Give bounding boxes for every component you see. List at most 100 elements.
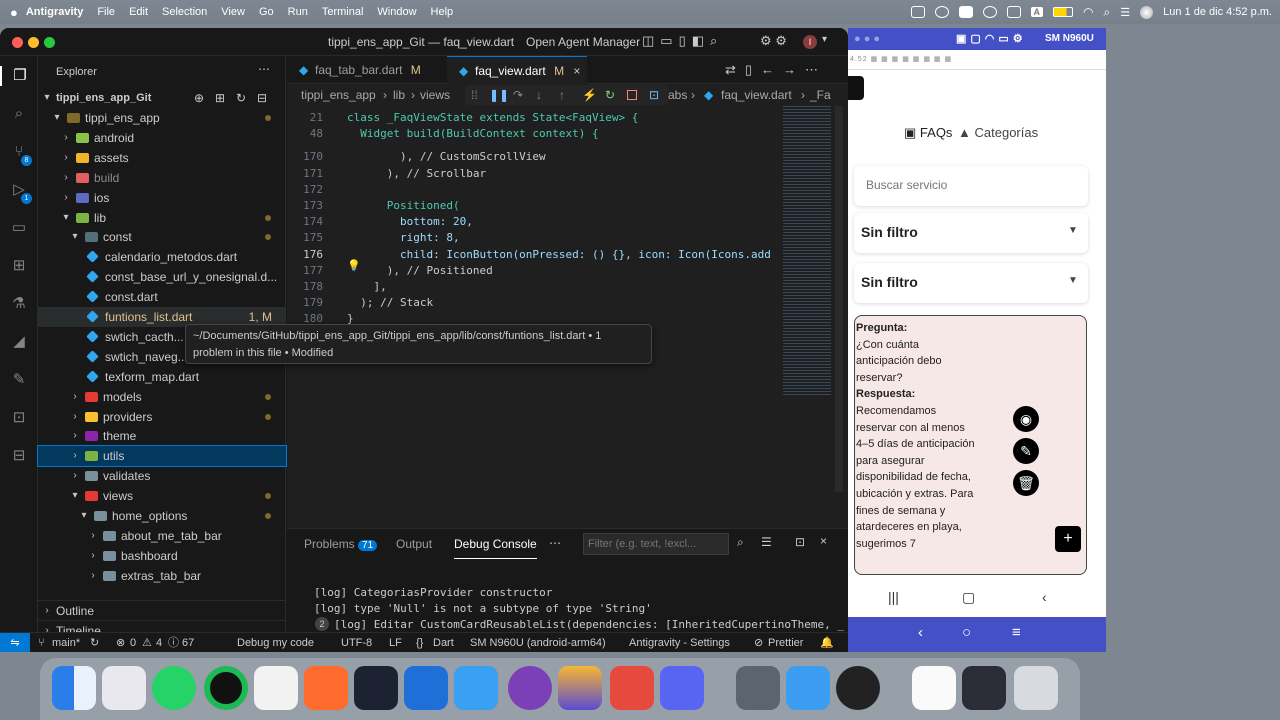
hot-reload-icon[interactable]: ⚡: [582, 85, 597, 105]
back-icon[interactable]: ‹: [1042, 589, 1047, 605]
app-back-area[interactable]: [848, 76, 864, 100]
step-into-icon[interactable]: ↓: [536, 85, 542, 105]
siri-icon[interactable]: [1140, 5, 1154, 19]
remote-indicator[interactable]: ⇋: [0, 633, 30, 652]
close-icon[interactable]: ×: [820, 534, 827, 548]
drag-handle-icon[interactable]: ⁞⁞: [471, 85, 478, 105]
status-icon[interactable]: [934, 6, 949, 18]
debug-filter-input[interactable]: [583, 533, 729, 555]
eol[interactable]: LF: [389, 633, 402, 652]
tree-folder[interactable]: ▾ tippi_ens_app: [38, 108, 286, 128]
tree-file[interactable]: texform_map.dart: [38, 367, 286, 387]
scrollbar[interactable]: [835, 106, 843, 492]
search-icon[interactable]: ⌕: [9, 104, 29, 124]
tab-faq-view[interactable]: ◆ faq_view.dart M ×: [447, 56, 587, 84]
window-thumbnail-icon[interactable]: [962, 666, 1006, 710]
menu-view[interactable]: View: [214, 6, 252, 18]
control-center-icon[interactable]: ☰: [1120, 6, 1130, 19]
more-actions-icon[interactable]: ⋯: [258, 62, 270, 76]
minimap[interactable]: [783, 106, 831, 396]
remote-icon[interactable]: ▭: [9, 218, 29, 238]
window-controls[interactable]: ● ● ●: [854, 33, 880, 45]
lightbulb-icon[interactable]: 💡: [347, 259, 361, 272]
search-icon[interactable]: ⌕: [737, 535, 744, 550]
obs-icon[interactable]: [836, 666, 880, 710]
step-over-icon[interactable]: ↷: [513, 85, 523, 105]
chevron-down-icon[interactable]: ▾: [822, 34, 827, 45]
breadcrumb-class[interactable]: _Fa: [810, 84, 831, 106]
tree-folder[interactable]: › build: [38, 168, 286, 188]
close-window-button[interactable]: [12, 37, 23, 48]
breadcrumb-file[interactable]: faq_view.dart: [721, 84, 792, 106]
menu-selection[interactable]: Selection: [155, 6, 214, 18]
launchpad-icon[interactable]: [102, 666, 146, 710]
scan-icon[interactable]: ⊡: [9, 408, 29, 428]
devtools-icon[interactable]: ⊡: [649, 85, 659, 105]
search-box[interactable]: Buscar servicio: [854, 166, 1088, 206]
tree-folder[interactable]: › extras_tab_bar: [38, 566, 286, 586]
recents-icon[interactable]: |||: [888, 589, 899, 605]
filter-dropdown[interactable]: Sin filtro ▼: [854, 213, 1088, 253]
screen-record-icon[interactable]: [958, 6, 973, 18]
flutter-icon[interactable]: ◢: [9, 332, 29, 352]
tree-folder[interactable]: › android: [38, 128, 286, 148]
maximize-icon[interactable]: ⊡: [795, 535, 805, 549]
open-agent-manager[interactable]: Open Agent Manager: [526, 35, 640, 49]
view-icon[interactable]: ◉: [1013, 406, 1039, 432]
refresh-icon[interactable]: ↻: [236, 88, 246, 108]
input-source-icon[interactable]: A: [1030, 7, 1044, 17]
delete-icon[interactable]: 🗑: [1013, 470, 1039, 496]
warning-count[interactable]: 4: [156, 633, 162, 652]
menu-run[interactable]: Run: [281, 6, 315, 18]
breadcrumb-views[interactable]: views: [420, 84, 450, 106]
debug-status[interactable]: Debug my code: [237, 633, 314, 652]
tab-categorias[interactable]: ▲ Categorías: [958, 125, 1038, 140]
battery-icon[interactable]: [1053, 7, 1074, 17]
pencil-icon[interactable]: ✎: [9, 370, 29, 390]
tree-folder[interactable]: › bashboard: [38, 546, 286, 566]
antigravity-icon[interactable]: [354, 666, 398, 710]
document-icon[interactable]: [912, 666, 956, 710]
info-count[interactable]: 67: [182, 633, 194, 652]
tree-folder[interactable]: › assets: [38, 148, 286, 168]
files-app-icon[interactable]: [454, 666, 498, 710]
tab-faq-tab-bar[interactable]: ◆ faq_tab_bar.dart M: [287, 56, 447, 84]
breadcrumb-tabs[interactable]: abs: [668, 84, 687, 106]
home-icon[interactable]: ▢: [962, 589, 975, 606]
menu-file[interactable]: File: [90, 6, 122, 18]
menu-terminal[interactable]: Terminal: [315, 6, 371, 18]
menu-window[interactable]: Window: [370, 6, 423, 18]
menu-edit[interactable]: Edit: [122, 6, 155, 18]
tree-folder[interactable]: › models: [38, 387, 286, 407]
avatar[interactable]: I: [803, 35, 817, 49]
restart-icon[interactable]: ↻: [605, 85, 615, 105]
new-folder-icon[interactable]: ⊞: [215, 88, 225, 108]
tree-folder[interactable]: › providers: [38, 407, 286, 427]
wifi-icon[interactable]: ◠: [1083, 5, 1093, 19]
tree-folder[interactable]: › theme: [38, 426, 286, 446]
menu-help[interactable]: Help: [424, 6, 461, 18]
github-icon[interactable]: [508, 666, 552, 710]
testing-icon[interactable]: ⚗: [9, 294, 29, 314]
emulator-tools-icons[interactable]: ▣▢◠▭⚙: [956, 32, 1027, 45]
explorer-icon[interactable]: ❐: [0, 66, 38, 86]
error-count[interactable]: 0: [130, 633, 136, 652]
more-icon[interactable]: ⋯: [549, 536, 561, 550]
layout-icons[interactable]: ◫▭▯◧⌕: [642, 33, 723, 49]
finder-icon[interactable]: [52, 666, 96, 710]
discord-icon[interactable]: [660, 666, 704, 710]
tab-problems[interactable]: Problems 71: [304, 529, 378, 559]
apple-icon[interactable]: ●: [0, 5, 18, 20]
xcode-icon[interactable]: [404, 666, 448, 710]
breadcrumb-project[interactable]: tippi_ens_app: [301, 84, 376, 106]
tab-debug-console[interactable]: Debug Console: [454, 529, 537, 559]
trash-icon[interactable]: [1014, 666, 1058, 710]
tree-folder[interactable]: › ios: [38, 188, 286, 208]
search-icon[interactable]: ⌕: [1104, 5, 1111, 20]
tree-folder[interactable]: › about_me_tab_bar: [38, 526, 286, 546]
tab-faqs[interactable]: ▣ FAQs: [904, 125, 952, 141]
new-file-icon[interactable]: ⊕: [194, 88, 204, 108]
tree-file[interactable]: calendario_metodos.dart: [38, 247, 286, 267]
filter-dropdown[interactable]: Sin filtro ▼: [854, 263, 1088, 303]
notifications-icon[interactable]: 🔔: [820, 633, 834, 652]
